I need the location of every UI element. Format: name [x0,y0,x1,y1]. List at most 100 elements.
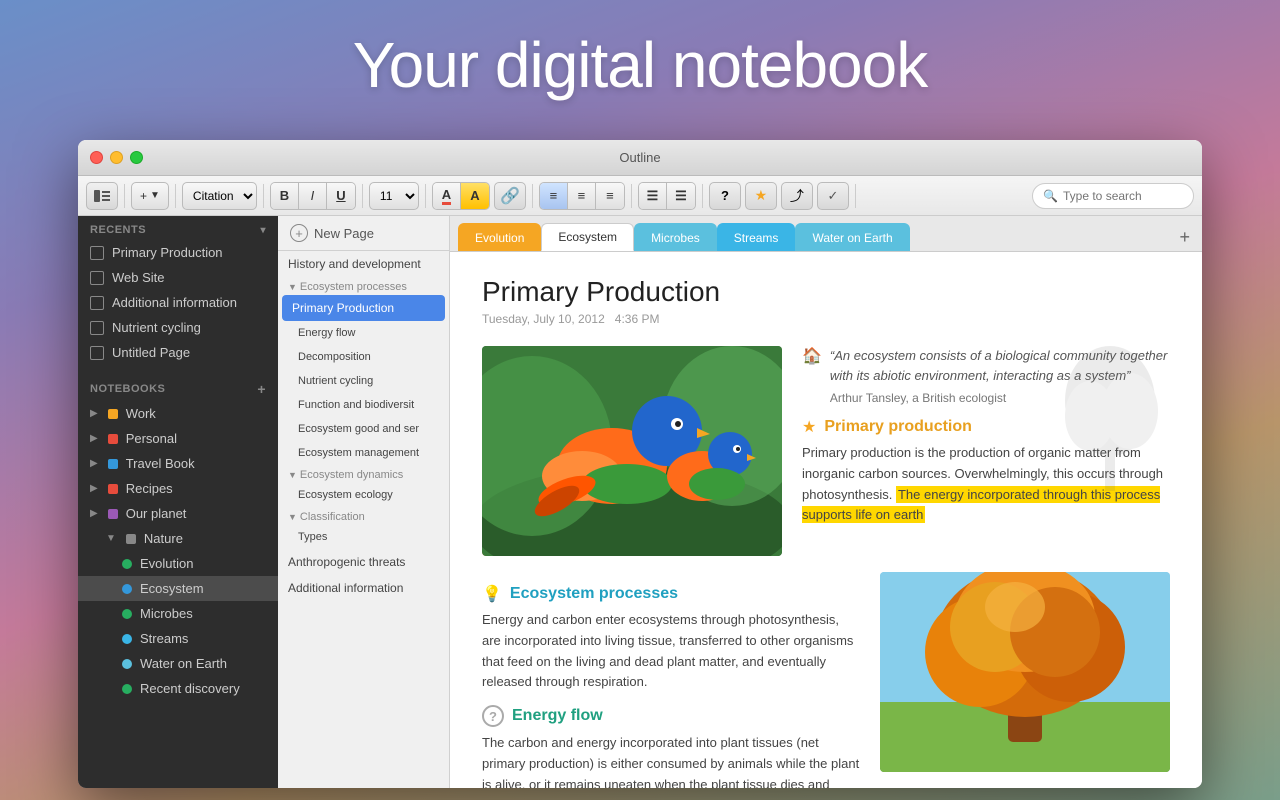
align-right-button[interactable]: ≡ [596,183,624,209]
text-color-button[interactable]: A [433,183,461,209]
toolbar-sep-6 [532,184,533,208]
notebook-color-dot [126,534,136,544]
page-icon [90,321,104,335]
numbered-list-button[interactable]: ☰ [667,183,695,209]
sidebar-item-label: Primary Production [112,245,223,260]
notebook-color-dot [108,459,118,469]
outline-item-primary-production[interactable]: Primary Production [282,295,445,321]
toolbar-sep-3 [263,184,264,208]
toolbar-sep-1 [124,184,125,208]
align-left-button[interactable]: ≡ [540,183,568,209]
outline-item-ecosystem-ecology[interactable]: Ecosystem ecology [278,483,449,507]
outline-item-nutrient-cycling[interactable]: Nutrient cycling [278,369,449,393]
notebooks-header: NOTEBOOKS + [78,373,278,401]
outline-group-ecosystem-processes[interactable]: ▼ Ecosystem processes [278,277,449,295]
font-size-select[interactable]: 11 [369,182,419,210]
notebook-color-dot [122,559,132,569]
sidebar-item-nutrient-cycling[interactable]: Nutrient cycling [78,315,278,340]
star-button[interactable]: ★ [745,182,777,210]
outline-item-ecosystem-management[interactable]: Ecosystem management [278,441,449,465]
recents-chevron-icon[interactable]: ▾ [260,225,266,236]
tab-water-on-earth[interactable]: Water on Earth [795,223,909,251]
outline-item-decomposition[interactable]: Decomposition [278,345,449,369]
notebook-our-planet[interactable]: ▶ Our planet [78,501,278,526]
color-format-group: A A [432,182,490,210]
sidebar-item-label: Web Site [112,270,165,285]
bird-image-container [482,346,782,556]
font-select[interactable]: Citation [182,182,257,210]
notebook-travel[interactable]: ▶ Travel Book [78,451,278,476]
sidebar-item-streams[interactable]: Streams [78,626,278,651]
minimize-button[interactable] [110,151,123,164]
page-icon [90,346,104,360]
outline-item-additional-info[interactable]: Additional information [278,575,449,601]
bold-button[interactable]: B [271,183,299,209]
sidebar-item-evolution[interactable]: Evolution [78,551,278,576]
outline-item-ecosystem-goods[interactable]: Ecosystem good and ser [278,417,449,441]
page-title-area: Primary Production Tuesday, July 10, 201… [482,276,1170,326]
section3-heading: ? Energy flow [482,705,860,727]
outline-group-classification[interactable]: ▼ Classification [278,507,449,525]
tab-evolution[interactable]: Evolution [458,223,541,251]
chevron-down-icon: ▼ [288,470,297,480]
sidebar-item-primary-production[interactable]: Primary Production [78,240,278,265]
align-group: ≡ ≡ ≡ [539,182,625,210]
notebook-color-dot [108,509,118,519]
sidebar-item-recent-discovery[interactable]: Recent discovery [78,676,278,701]
toolbar-sep-8 [702,184,703,208]
outline-item-energy-flow[interactable]: Energy flow [278,321,449,345]
sidebar-toggle-button[interactable] [86,182,118,210]
notebook-color-dot [122,684,132,694]
sidebar-item-label: Additional information [112,295,237,310]
expand-icon: ▶ [90,483,98,494]
list-group: ☰ ☰ [638,182,696,210]
section3-body: The carbon and energy incorporated into … [482,733,860,788]
tab-ecosystem[interactable]: Ecosystem [541,223,634,251]
help-button[interactable]: ? [709,182,741,210]
sidebar-item-untitled[interactable]: Untitled Page [78,340,278,365]
sidebar-item-additional-info[interactable]: Additional information [78,290,278,315]
content-area: Primary Production Tuesday, July 10, 201… [450,252,1202,788]
text-format-group: B I U [270,182,356,210]
notebook-label: Recent discovery [140,681,240,696]
notebook-nature[interactable]: ▼ Nature [78,526,278,551]
toolbar-sep-7 [631,184,632,208]
search-input[interactable] [1063,189,1183,203]
add-button[interactable]: + ▼ [131,182,169,210]
italic-button[interactable]: I [299,183,327,209]
maximize-button[interactable] [130,151,143,164]
underline-button[interactable]: U [327,183,355,209]
sidebar-item-microbes[interactable]: Microbes [78,601,278,626]
tab-streams[interactable]: Streams [717,223,796,251]
add-tab-button[interactable]: + [1167,223,1202,251]
notebook-work[interactable]: ▶ Work [78,401,278,426]
notebook-label: Streams [140,631,188,646]
new-page-button[interactable]: + New Page [278,216,449,251]
check-button[interactable]: ✓ [817,182,849,210]
tab-microbes[interactable]: Microbes [634,223,717,251]
recents-header: RECENTS ▾ [78,216,278,240]
outline-item-types[interactable]: Types [278,525,449,549]
bullet-list-button[interactable]: ☰ [639,183,667,209]
house-icon: 🏠 [802,346,822,366]
outline-item-anthropogenic[interactable]: Anthropogenic threats [278,549,449,575]
outline-group-ecosystem-dynamics[interactable]: ▼ Ecosystem dynamics [278,465,449,483]
question-icon: ? [482,705,504,727]
notebook-personal[interactable]: ▶ Personal [78,426,278,451]
add-notebook-button[interactable]: + [257,381,266,397]
outline-item-function-biodiversity[interactable]: Function and biodiversit [278,393,449,417]
link-button[interactable]: 🔗 [494,182,526,210]
sidebar-item-water-on-earth[interactable]: Water on Earth [78,651,278,676]
star-icon: ★ [802,417,816,437]
share-button[interactable]: ⤴ [781,182,813,210]
search-box[interactable]: 🔍 [1032,183,1194,209]
align-center-button[interactable]: ≡ [568,183,596,209]
outline-item-history[interactable]: History and development [278,251,449,277]
sidebar-item-ecosystem[interactable]: Ecosystem [78,576,278,601]
sidebar-item-web-site[interactable]: Web Site [78,265,278,290]
notebook-label: Ecosystem [140,581,204,596]
content-bottom-row: 💡 Ecosystem processes Energy and carbon … [482,572,1170,788]
close-button[interactable] [90,151,103,164]
notebook-recipes[interactable]: ▶ Recipes [78,476,278,501]
highlight-color-button[interactable]: A [461,183,489,209]
